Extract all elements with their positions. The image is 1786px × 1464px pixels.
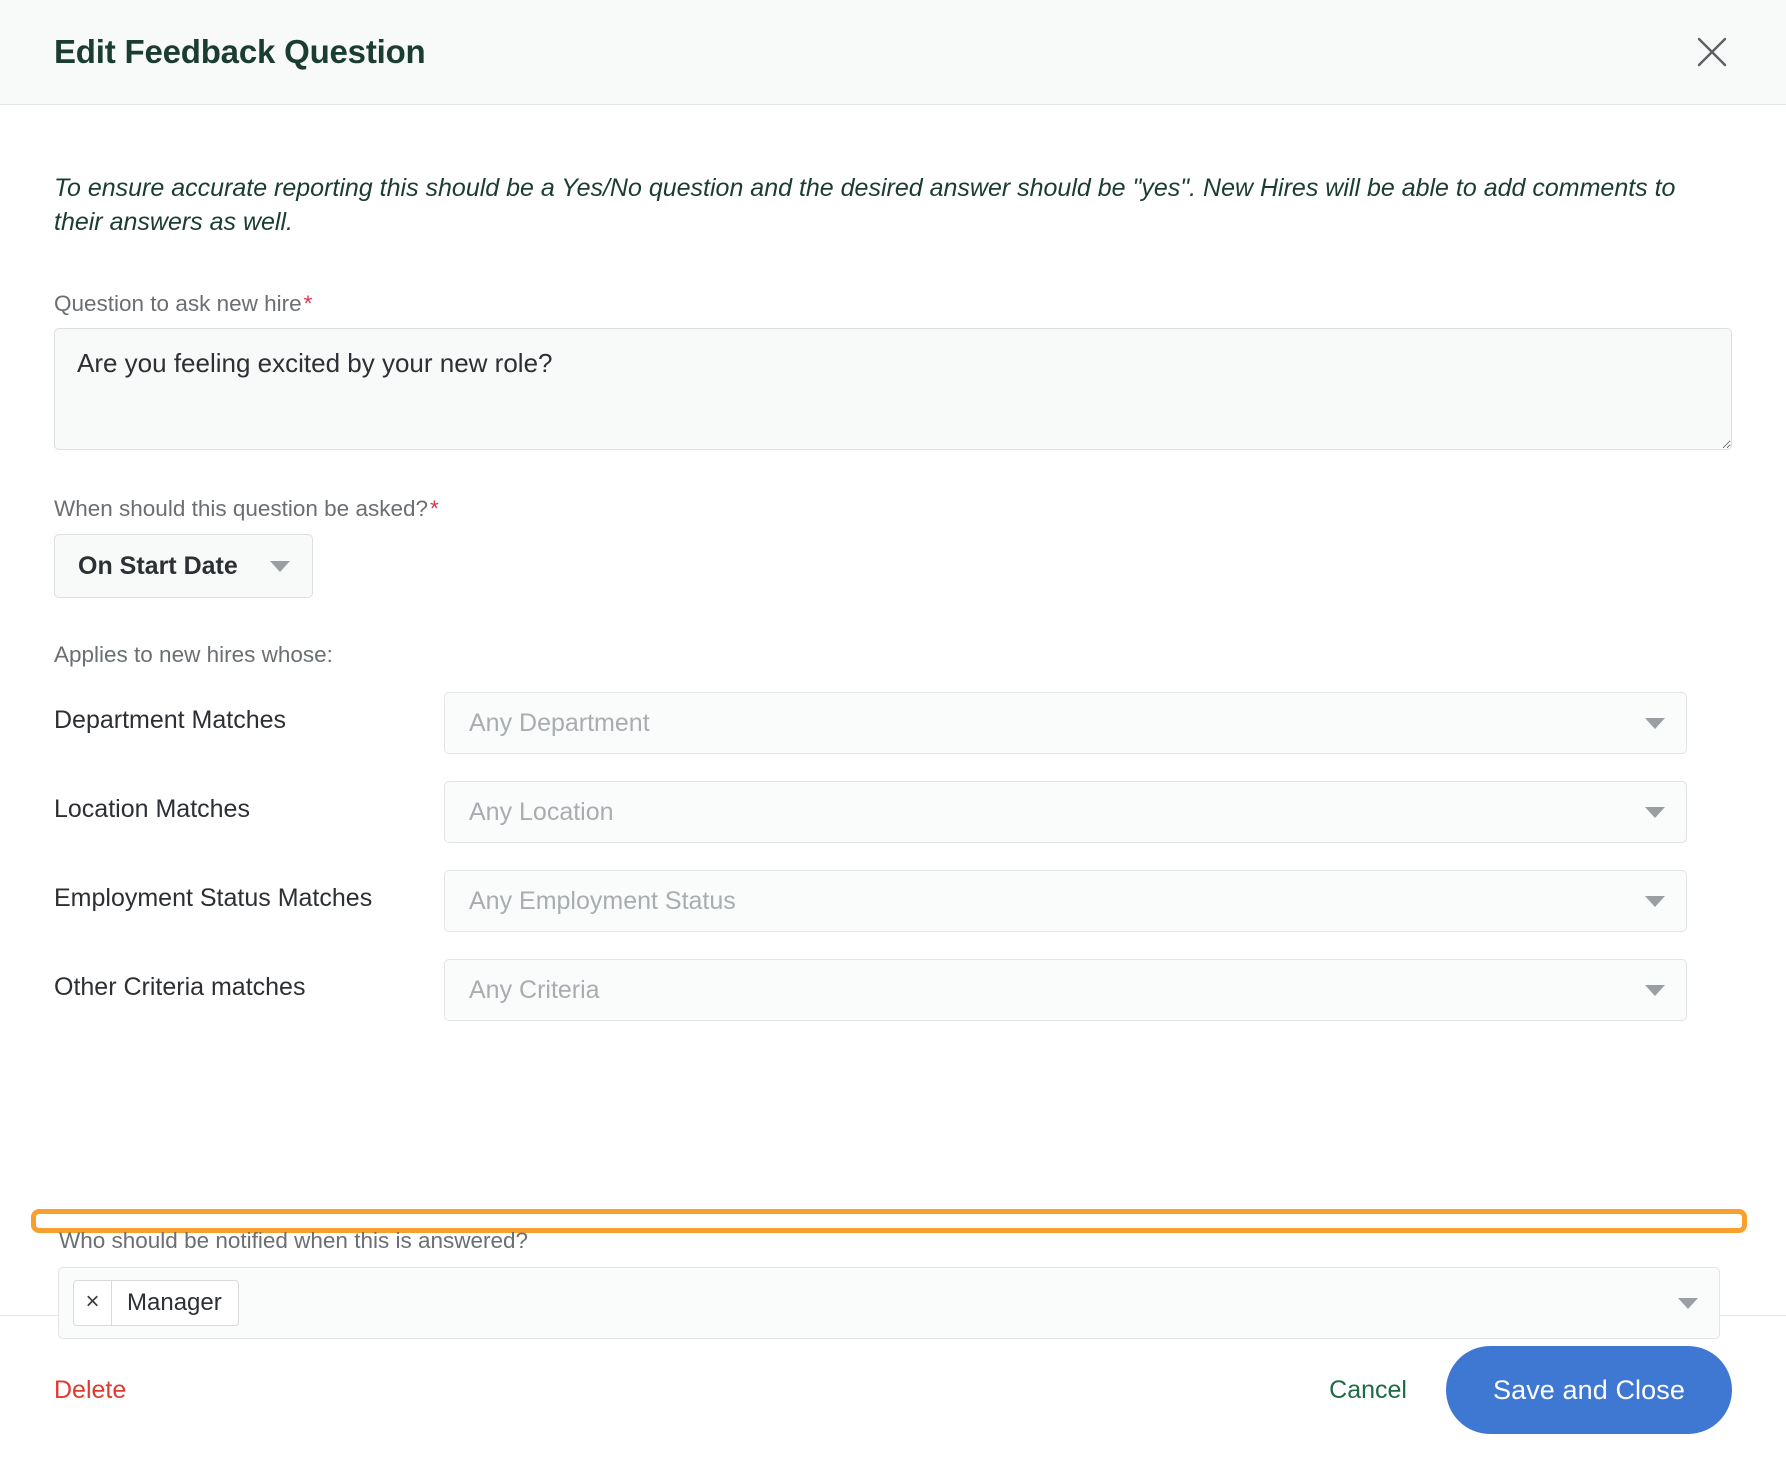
criteria-row-department: Department Matches Any Department (54, 692, 1732, 754)
when-asked-dropdown[interactable]: On Start Date (54, 534, 313, 598)
intro-description: To ensure accurate reporting this should… (54, 174, 1676, 236)
chevron-down-icon (1645, 895, 1665, 907)
criteria-list: Department Matches Any Department Locati… (54, 692, 1732, 1021)
employment-status-matches-value: Any Employment Status (469, 886, 736, 915)
notify-label: Who should be notified when this is answ… (59, 1228, 529, 1253)
question-field-label-text: Question to ask new hire (54, 291, 302, 316)
applies-to-label: Applies to new hires whose: (54, 642, 333, 667)
close-icon[interactable]: × (74, 1281, 112, 1325)
chevron-down-icon (270, 560, 290, 572)
department-matches-value: Any Department (469, 708, 650, 737)
chevron-down-icon (1645, 984, 1665, 996)
criteria-label: Employment Status Matches (54, 884, 373, 912)
criteria-row-other-criteria: Other Criteria matches Any Criteria (54, 959, 1732, 1021)
cancel-button[interactable]: Cancel (1329, 1376, 1407, 1405)
chevron-down-icon (1678, 1297, 1698, 1309)
notify-tag-list: × Manager (73, 1280, 239, 1326)
close-button[interactable] (1686, 26, 1738, 78)
criteria-label: Other Criteria matches (54, 973, 306, 1001)
question-input[interactable] (54, 328, 1732, 450)
modal-header: Edit Feedback Question (0, 0, 1786, 105)
when-field-label: When should this question be asked?* (54, 496, 1732, 522)
employment-status-matches-dropdown[interactable]: Any Employment Status (444, 870, 1687, 932)
notify-tag-label: Manager (127, 1289, 222, 1316)
notify-recipients-dropdown[interactable]: × Manager (58, 1267, 1720, 1339)
question-field-label: Question to ask new hire* (54, 291, 1732, 317)
edit-feedback-question-modal: Edit Feedback Question To ensure accurat… (0, 0, 1786, 1464)
location-matches-value: Any Location (469, 797, 614, 826)
location-matches-dropdown[interactable]: Any Location (444, 781, 1687, 843)
when-asked-value: On Start Date (78, 551, 238, 580)
criteria-row-location: Location Matches Any Location (54, 781, 1732, 843)
page-title: Edit Feedback Question (54, 33, 426, 70)
notify-tag-manager: × Manager (73, 1280, 239, 1326)
close-icon (1695, 35, 1729, 69)
delete-button[interactable]: Delete (54, 1376, 126, 1405)
criteria-row-employment-status: Employment Status Matches Any Employment… (54, 870, 1732, 932)
save-and-close-button[interactable]: Save and Close (1445, 1346, 1732, 1434)
chevron-down-icon (1645, 806, 1665, 818)
other-criteria-matches-dropdown[interactable]: Any Criteria (444, 959, 1687, 1021)
when-field-label-text: When should this question be asked? (54, 496, 428, 521)
department-matches-dropdown[interactable]: Any Department (444, 692, 1687, 754)
criteria-label: Location Matches (54, 795, 250, 823)
required-marker: * (303, 291, 313, 316)
footer-actions: Cancel Save and Close (1329, 1346, 1732, 1434)
criteria-label: Department Matches (54, 706, 287, 734)
required-marker: * (430, 496, 439, 521)
modal-body: To ensure accurate reporting this should… (0, 105, 1786, 1339)
chevron-down-icon (1645, 717, 1665, 729)
notify-highlight-box: Who should be notified when this is answ… (31, 1209, 1747, 1339)
other-criteria-matches-value: Any Criteria (469, 975, 600, 1004)
